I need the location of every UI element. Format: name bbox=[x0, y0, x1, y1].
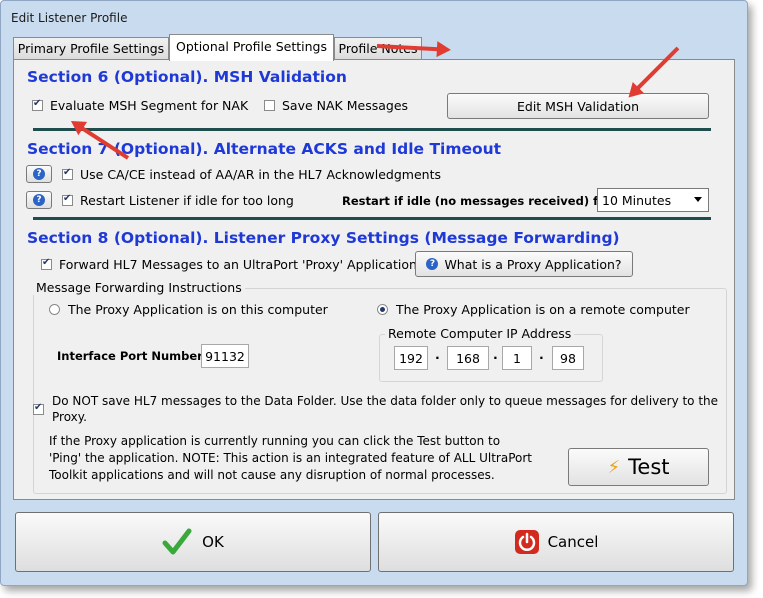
use-ca-check[interactable] bbox=[62, 167, 73, 180]
test-button[interactable]: ⚡ Test bbox=[568, 448, 709, 486]
title-bar: Edit Listener Profile bbox=[1, 1, 747, 33]
idle-duration-select[interactable]: 10 Minutes bbox=[597, 188, 709, 212]
save-nak-label: Save NAK Messages bbox=[282, 98, 409, 113]
cancel-button[interactable]: Cancel bbox=[378, 512, 734, 572]
chevron-down-icon bbox=[694, 197, 702, 202]
question-icon: ? bbox=[33, 168, 45, 180]
radio-proxy-local[interactable]: The Proxy Application is on this compute… bbox=[49, 302, 328, 317]
do-not-save-label: Do NOT save HL7 messages to the Data Fol… bbox=[52, 393, 718, 425]
use-ca-checkbox[interactable]: Use CA/CE instead of AA/AR in the HL7 Ac… bbox=[62, 167, 441, 182]
ip-octet-2[interactable]: 168 bbox=[447, 346, 489, 370]
optional-settings-panel: Section 6 (Optional). MSH Validation Eva… bbox=[13, 59, 735, 500]
ip-address-label: Remote Computer IP Address bbox=[385, 326, 575, 341]
radio-local-label: The Proxy Application is on this compute… bbox=[68, 302, 328, 317]
section7-title: Section 7 (Optional). Alternate ACKS and… bbox=[27, 140, 502, 158]
tab-primary-profile-settings[interactable]: Primary Profile Settings bbox=[13, 37, 169, 59]
forward-hl7-label: Forward HL7 Messages to an UltraPort 'Pr… bbox=[59, 257, 417, 272]
do-not-save-check[interactable] bbox=[33, 402, 44, 415]
port-label: Interface Port Number bbox=[57, 349, 203, 363]
radio-remote-circle[interactable] bbox=[377, 304, 388, 315]
forward-hl7-check[interactable] bbox=[41, 257, 52, 270]
power-icon bbox=[514, 530, 539, 554]
forward-hl7-checkbox[interactable]: Forward HL7 Messages to an UltraPort 'Pr… bbox=[41, 257, 417, 272]
ok-label: OK bbox=[202, 533, 224, 551]
ip-octet-1[interactable]: 192 bbox=[394, 346, 428, 370]
section8-title: Section 8 (Optional). Listener Proxy Set… bbox=[27, 229, 620, 247]
section6-divider bbox=[33, 128, 711, 131]
ip-dot: · bbox=[539, 350, 544, 365]
radio-remote-label: The Proxy Application is on a remote com… bbox=[396, 302, 690, 317]
radio-proxy-remote[interactable]: The Proxy Application is on a remote com… bbox=[377, 302, 690, 317]
restart-idle-label: Restart Listener if idle for too long bbox=[80, 193, 294, 208]
section7-divider bbox=[33, 217, 711, 220]
ok-button[interactable]: OK bbox=[15, 512, 371, 572]
evaluate-msh-label: Evaluate MSH Segment for NAK bbox=[50, 98, 249, 113]
lightning-icon: ⚡ bbox=[607, 456, 621, 478]
test-info-line-3: Toolkit applications and will not cause … bbox=[49, 468, 495, 482]
section6-title: Section 6 (Optional). MSH Validation bbox=[27, 68, 347, 86]
ip-octet-3[interactable]: 1 bbox=[502, 346, 532, 370]
idle-duration-label: Restart if idle (no messages received) f… bbox=[342, 194, 617, 208]
window-title: Edit Listener Profile bbox=[11, 11, 128, 25]
checkmark-icon bbox=[162, 528, 192, 555]
ip-dot: · bbox=[493, 350, 498, 365]
edit-msh-validation-button[interactable]: Edit MSH Validation bbox=[447, 93, 709, 119]
do-not-save-line-1: Do NOT save HL7 messages to the Data Fol… bbox=[52, 394, 719, 408]
test-button-label: Test bbox=[628, 455, 670, 479]
question-icon: ? bbox=[426, 258, 439, 270]
radio-local-circle[interactable] bbox=[49, 304, 60, 315]
do-not-save-line-2: Proxy. bbox=[52, 410, 87, 424]
test-info-text: If the Proxy application is currently ru… bbox=[49, 433, 532, 484]
use-ca-help-button[interactable]: ? bbox=[26, 165, 52, 183]
evaluate-msh-check[interactable] bbox=[32, 98, 43, 111]
idle-duration-value: 10 Minutes bbox=[602, 192, 672, 208]
question-icon: ? bbox=[33, 194, 45, 206]
save-nak-check[interactable] bbox=[264, 100, 275, 111]
restart-help-button[interactable]: ? bbox=[26, 191, 52, 209]
what-is-proxy-button[interactable]: ? What is a Proxy Application? bbox=[415, 251, 633, 277]
ip-octet-4[interactable]: 98 bbox=[552, 346, 584, 370]
save-nak-checkbox[interactable]: Save NAK Messages bbox=[264, 98, 408, 113]
port-input[interactable]: 91132 bbox=[201, 344, 249, 368]
test-info-line-2: 'Ping' the application. NOTE: This actio… bbox=[49, 451, 532, 465]
use-ca-label: Use CA/CE instead of AA/AR in the HL7 Ac… bbox=[80, 167, 441, 182]
do-not-save-checkbox[interactable] bbox=[33, 402, 51, 415]
what-is-proxy-label: What is a Proxy Application? bbox=[444, 256, 622, 272]
tab-optional-profile-settings[interactable]: Optional Profile Settings bbox=[169, 34, 334, 61]
ip-dot: · bbox=[435, 350, 440, 365]
test-info-line-1: If the Proxy application is currently ru… bbox=[49, 434, 501, 448]
restart-idle-checkbox[interactable]: Restart Listener if idle for too long bbox=[62, 193, 294, 208]
restart-idle-check[interactable] bbox=[62, 193, 73, 206]
evaluate-msh-checkbox[interactable]: Evaluate MSH Segment for NAK bbox=[32, 98, 248, 113]
message-forwarding-label: Message Forwarding Instructions bbox=[33, 280, 245, 295]
cancel-label: Cancel bbox=[547, 533, 599, 551]
